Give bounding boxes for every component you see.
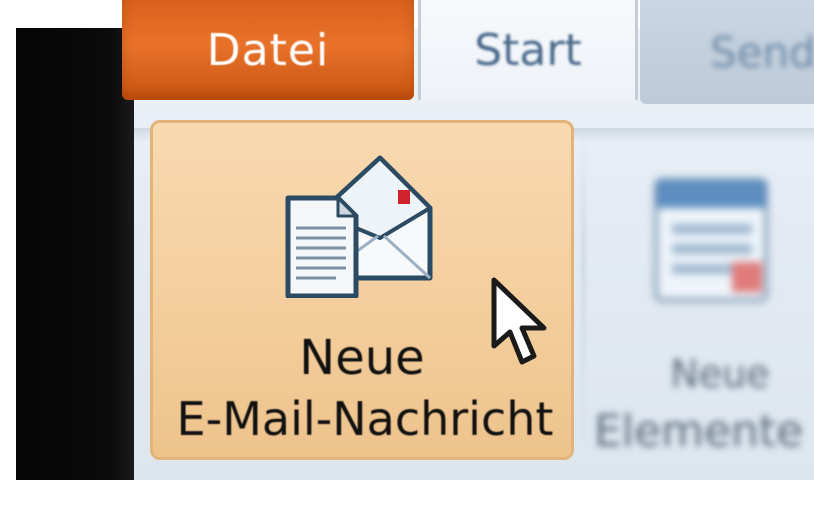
mouse-pointer-icon <box>491 277 547 365</box>
new-items-icon[interactable] <box>636 150 796 320</box>
new-email-label-line2: E-Mail-Nachricht <box>176 392 554 446</box>
tab-start-label: Start <box>474 24 582 76</box>
ribbon-group-divider <box>582 130 585 450</box>
new-items-label-line1: Neue <box>670 352 770 396</box>
new-email-icon <box>285 155 433 298</box>
tab-send[interactable]: Send <box>640 0 814 104</box>
tab-send-label: Send <box>710 27 814 77</box>
new-items-label-line2: Elemente <box>594 406 804 457</box>
tab-start[interactable]: Start <box>418 0 638 100</box>
monitor-bezel <box>16 28 134 480</box>
tab-file[interactable]: Datei <box>122 0 414 100</box>
tab-file-label: Datei <box>206 24 330 76</box>
